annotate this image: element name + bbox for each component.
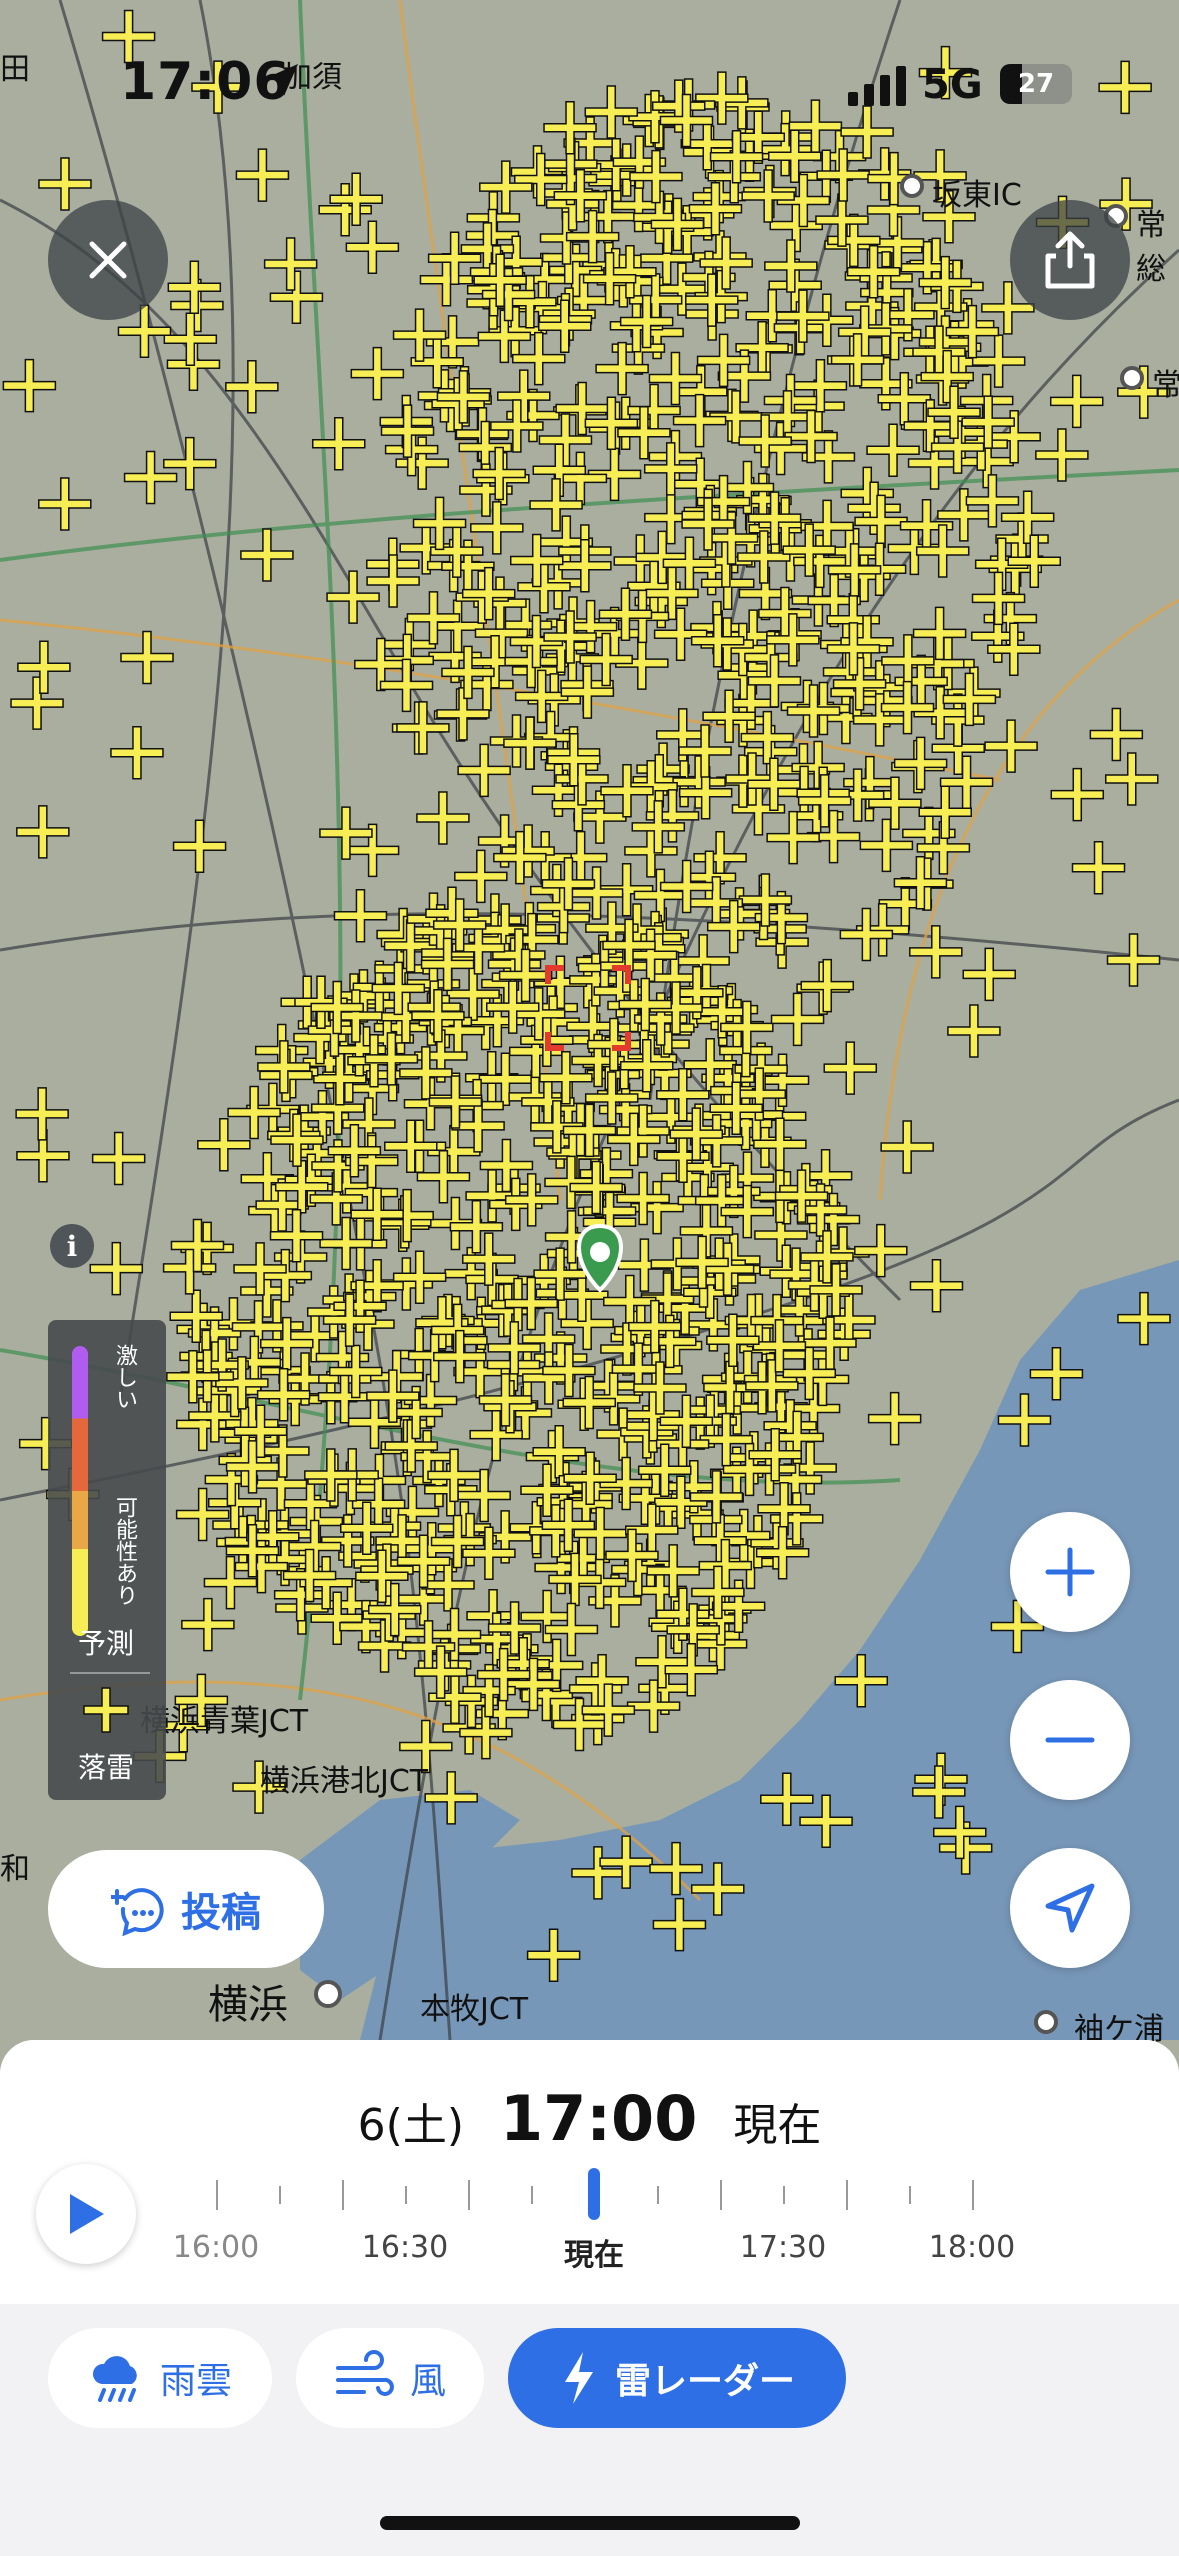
timeline-tick xyxy=(531,2186,533,2204)
legend-lightning: 落雷 xyxy=(78,1751,135,1784)
tab-label: 雨雲 xyxy=(159,2361,232,2402)
post-button[interactable]: 投稿 xyxy=(48,1850,324,1968)
wind-icon xyxy=(335,2350,394,2396)
timeline-sheet: 6(土) 17:00 現在 16:00 16:30 現在 17:30 18:00 xyxy=(0,2040,1179,2556)
tick-label: 17:30 xyxy=(739,2230,827,2265)
legend-color-bar xyxy=(72,1346,88,1636)
lightning-icon xyxy=(564,2352,593,2404)
signal-icon xyxy=(848,66,906,106)
share-icon xyxy=(1045,231,1095,289)
zoom-out-button[interactable] xyxy=(1010,1680,1130,1800)
post-bubble-icon xyxy=(111,1888,164,1937)
timeline-thumb[interactable] xyxy=(588,2168,600,2220)
minus-icon xyxy=(1045,1737,1095,1743)
tick-label: 16:00 xyxy=(172,2230,260,2265)
timeline-tick xyxy=(657,2186,659,2204)
timeline-panel: 6(土) 17:00 現在 16:00 16:30 現在 17:30 18:00 xyxy=(0,2040,1179,2304)
lightning-strike-icon xyxy=(83,1687,129,1733)
home-indicator xyxy=(380,2516,800,2530)
info-icon[interactable]: i xyxy=(50,1224,94,1268)
timeline-date: 6(土) xyxy=(357,2100,464,2151)
tab-lightning-radar[interactable]: 雷レーダー xyxy=(508,2328,846,2428)
timeline-tick xyxy=(720,2180,722,2210)
city-marker xyxy=(314,1980,342,2008)
play-icon xyxy=(70,2194,104,2234)
battery-level: 27 xyxy=(1017,69,1055,99)
legend-panel: 激しい 可能性あり 予測 落雷 xyxy=(48,1320,166,1800)
status-bar: 17:06 5G 27 xyxy=(0,0,1179,170)
timeline-tick xyxy=(909,2186,911,2204)
current-location-button[interactable] xyxy=(1010,1848,1130,1968)
tick-label: 18:00 xyxy=(928,2230,1016,2265)
timeline-tick xyxy=(279,2186,281,2204)
ic-marker xyxy=(900,174,924,198)
timeline-status: 現在 xyxy=(733,2100,822,2151)
legend-divider xyxy=(70,1672,150,1674)
tick-label: 16:30 xyxy=(361,2230,449,2265)
tab-rain-cloud[interactable]: 雨雲 xyxy=(48,2328,272,2428)
share-button[interactable] xyxy=(1010,200,1130,320)
legend-possible: 可能性あり xyxy=(112,1496,137,1606)
tab-label: 風 xyxy=(409,2361,446,2402)
tick-label-now: 現在 xyxy=(564,2238,624,2273)
timeline-tick xyxy=(342,2180,344,2210)
tab-wind[interactable]: 風 xyxy=(296,2328,484,2428)
close-icon xyxy=(89,241,127,279)
location-arrow-icon xyxy=(266,64,298,96)
city-marker xyxy=(1034,2010,1058,2034)
zoom-in-button[interactable] xyxy=(1010,1512,1130,1632)
map-label: 坂東IC xyxy=(932,178,1022,213)
map-label: 横浜 xyxy=(208,1982,288,2028)
city-marker xyxy=(1120,366,1144,390)
timeline-time: 17:00 xyxy=(499,2082,698,2155)
timeline-tick xyxy=(468,2180,470,2210)
map-label: 本牧JCT xyxy=(420,1992,529,2027)
battery-icon: 27 xyxy=(1000,64,1072,104)
map-label: 和 xyxy=(0,1852,30,1887)
post-label: 投稿 xyxy=(181,1890,261,1936)
timeline-tick xyxy=(783,2186,785,2204)
network-type: 5G xyxy=(922,62,983,108)
map-label: 常 xyxy=(1152,368,1179,403)
play-button[interactable] xyxy=(36,2164,136,2264)
navigation-arrow-icon xyxy=(1045,1883,1095,1933)
map-label: 横浜港北JCT xyxy=(260,1764,429,1799)
timeline-tick xyxy=(405,2186,407,2204)
timeline-datetime: 6(土) 17:00 現在 xyxy=(0,2082,1179,2155)
legend-forecast: 予測 xyxy=(78,1627,135,1660)
map-label: 常総 xyxy=(1136,208,1166,287)
timeline-tick xyxy=(216,2180,218,2210)
tab-label: 雷レーダー xyxy=(614,2361,795,2402)
legend-intense: 激しい xyxy=(112,1344,137,1410)
plus-icon xyxy=(1045,1547,1095,1597)
close-button[interactable] xyxy=(48,200,168,320)
rain-cloud-icon xyxy=(92,2356,137,2402)
timeline-tick xyxy=(972,2180,974,2210)
timeline-tick xyxy=(846,2180,848,2210)
